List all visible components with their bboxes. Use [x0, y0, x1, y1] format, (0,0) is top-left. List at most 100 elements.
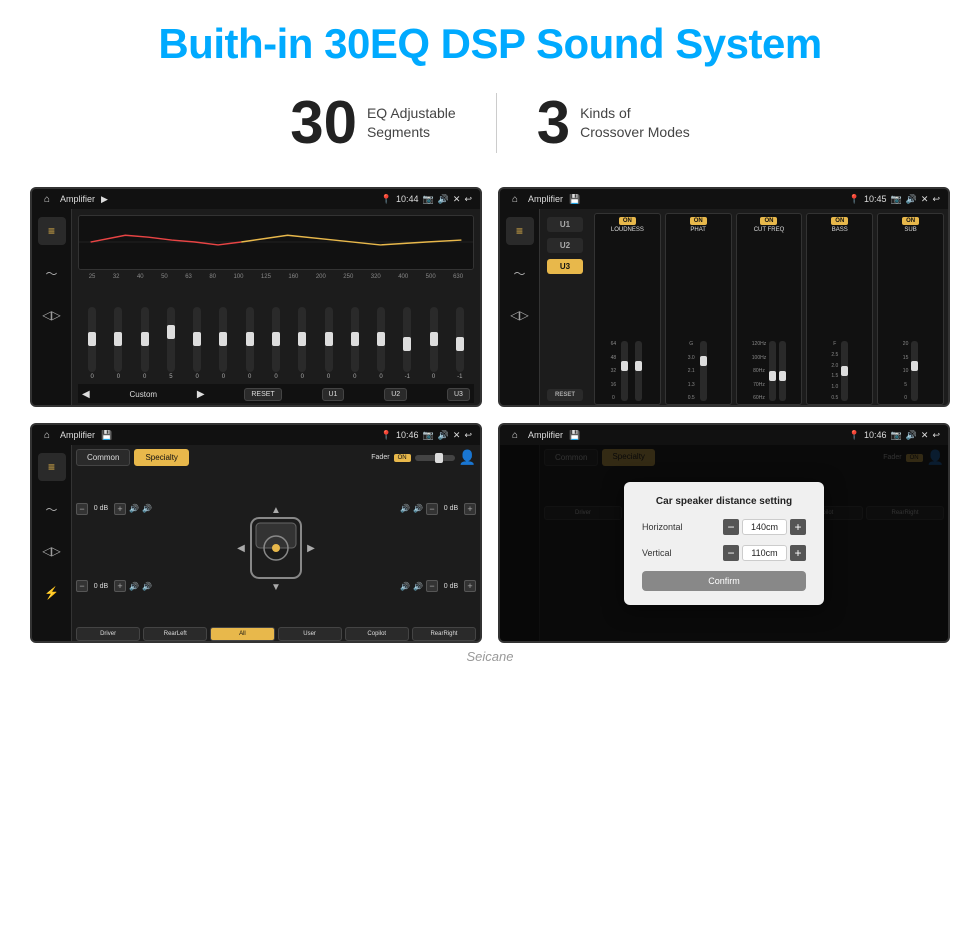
dialog-box: Car speaker distance setting Horizontal … — [624, 482, 824, 605]
svg-text:▶: ▶ — [307, 543, 315, 554]
s1-time: 10:44 — [396, 194, 419, 204]
u1-btn[interactable]: U1 — [322, 388, 345, 401]
fr-minus[interactable]: − — [426, 503, 438, 515]
distance-dialog: Car speaker distance setting Horizontal … — [500, 445, 948, 641]
rearleft-btn[interactable]: RearLeft — [143, 627, 207, 641]
s2-eq-icon[interactable]: ≡ — [506, 217, 534, 245]
profile-icon: 👤 — [459, 449, 476, 466]
bass-on[interactable]: ON — [831, 217, 848, 225]
fader-slider[interactable] — [415, 455, 455, 461]
fl-minus[interactable]: − — [76, 503, 88, 515]
s4-home-icon[interactable]: ⌂ — [508, 428, 522, 442]
s3-eq-icon[interactable]: ≡ — [38, 453, 66, 481]
slider-col-12: 0 — [369, 307, 393, 380]
driver-btn[interactable]: Driver — [76, 627, 140, 641]
rl-plus[interactable]: + — [114, 580, 126, 592]
all-btn[interactable]: All — [210, 627, 274, 641]
fl-plus[interactable]: + — [114, 503, 126, 515]
phat-module: ON PHAT G 3.0 2.1 1.3 0.5 — [665, 213, 732, 405]
s3-back-icon[interactable]: ↩ — [464, 430, 472, 441]
next-icon[interactable]: ▶ — [197, 389, 205, 400]
slider-col-2: 0 — [106, 307, 130, 380]
slider-col-15: -1 — [448, 307, 472, 380]
vertical-field: Vertical − 110cm + — [642, 545, 806, 561]
phat-title: PHAT — [690, 227, 706, 233]
s3-save-icon: 💾 — [101, 430, 112, 441]
u3-preset-btn[interactable]: U3 — [547, 259, 583, 274]
common-tab[interactable]: Common — [76, 449, 130, 466]
vol-icon-panel[interactable]: ◁▷ — [38, 301, 66, 329]
s1-back-icon[interactable]: ↩ — [464, 194, 472, 205]
s4-back-icon[interactable]: ↩ — [932, 430, 940, 441]
vertical-label: Vertical — [642, 548, 697, 558]
s2-camera-icon: 📷 — [890, 194, 901, 205]
rr-control: 🔊 🔊 − 0 dB + — [400, 580, 476, 592]
loudness-on[interactable]: ON — [619, 217, 636, 225]
u2-btn[interactable]: U2 — [384, 388, 407, 401]
cutfreq-on[interactable]: ON — [760, 217, 777, 225]
horizontal-minus[interactable]: − — [723, 519, 739, 535]
rr-value: 0 dB — [441, 583, 461, 590]
page-title: Buith-in 30EQ DSP Sound System — [158, 20, 821, 68]
eq-icon-active[interactable]: ≡ — [38, 217, 66, 245]
svg-text:▼: ▼ — [271, 582, 281, 593]
fr-plus[interactable]: + — [464, 503, 476, 515]
s2-back-icon[interactable]: ↩ — [932, 194, 940, 205]
slider-col-6: 0 — [211, 307, 235, 380]
bottom-buttons: Driver RearLeft All User Copilot RearRig… — [76, 627, 476, 641]
rearright-btn[interactable]: RearRight — [412, 627, 476, 641]
u3-btn[interactable]: U3 — [447, 388, 470, 401]
s3-wave-icon[interactable]: 〜 — [38, 495, 66, 523]
confirm-button[interactable]: Confirm — [642, 571, 806, 591]
eq-curve — [78, 215, 474, 270]
prev-icon[interactable]: ◀ — [82, 389, 90, 400]
sub-on[interactable]: ON — [902, 217, 919, 225]
specialty-tab[interactable]: Specialty — [134, 449, 188, 466]
s4-app-label: Amplifier — [528, 430, 563, 440]
user-btn[interactable]: User — [278, 627, 342, 641]
s4-location-icon: 📍 — [849, 430, 860, 441]
fader-on-badge[interactable]: ON — [394, 454, 411, 462]
s3-app-label: Amplifier — [60, 430, 95, 440]
rl-minus[interactable]: − — [76, 580, 88, 592]
horizontal-plus[interactable]: + — [790, 519, 806, 535]
s4-vol-icon: 🔊 — [906, 430, 917, 441]
s1-app-label: Amplifier — [60, 194, 95, 204]
screen3-specialty: ⌂ Amplifier 💾 📍 10:46 📷 🔊 ✕ ↩ ≡ 〜 ◁▷ — [30, 423, 482, 643]
u2-preset-btn[interactable]: U2 — [547, 238, 583, 253]
s3-camera-icon: 📷 — [422, 430, 433, 441]
preset-label: Custom — [130, 390, 158, 399]
s3-home-icon[interactable]: ⌂ — [40, 428, 54, 442]
vertical-value: 110cm — [742, 545, 787, 561]
u1-preset-btn[interactable]: U1 — [547, 217, 583, 232]
slider-col-14: 0 — [421, 307, 445, 380]
eq-stat: 30 EQ AdjustableSegments — [290, 88, 455, 157]
rr-plus[interactable]: + — [464, 580, 476, 592]
home-icon[interactable]: ⌂ — [40, 192, 54, 206]
slider-col-10: 0 — [316, 307, 340, 380]
reset-btn[interactable]: RESET — [244, 388, 281, 401]
s3-bt-icon[interactable]: ⚡ — [38, 579, 66, 607]
freq-labels: 2532405063 80100125160200 25032040050063… — [78, 274, 474, 280]
s2-home-icon[interactable]: ⌂ — [508, 192, 522, 206]
dialog-title: Car speaker distance setting — [642, 496, 806, 507]
phat-on[interactable]: ON — [690, 217, 707, 225]
vertical-minus[interactable]: − — [723, 545, 739, 561]
s4-time: 10:46 — [864, 430, 887, 440]
vertical-plus[interactable]: + — [790, 545, 806, 561]
s2-vol-icon: 🔊 — [906, 194, 917, 205]
copilot-btn[interactable]: Copilot — [345, 627, 409, 641]
wave-icon[interactable]: 〜 — [38, 259, 66, 287]
reset-preset-btn[interactable]: RESET — [547, 389, 583, 401]
s2-location-icon: 📍 — [849, 194, 860, 205]
s3-vol-icon-panel[interactable]: ◁▷ — [38, 537, 66, 565]
horizontal-field: Horizontal − 140cm + — [642, 519, 806, 535]
fr-value: 0 dB — [441, 505, 461, 512]
crossover-number: 3 — [537, 88, 570, 157]
crossover-stat: 3 Kinds ofCrossover Modes — [537, 88, 690, 157]
s2-wave-icon[interactable]: 〜 — [506, 259, 534, 287]
rr-minus[interactable]: − — [426, 580, 438, 592]
fr-control: 🔊 🔊 − 0 dB + — [400, 503, 476, 515]
s2-vol-icon[interactable]: ◁▷ — [506, 301, 534, 329]
slider-col-7: 0 — [238, 307, 262, 380]
